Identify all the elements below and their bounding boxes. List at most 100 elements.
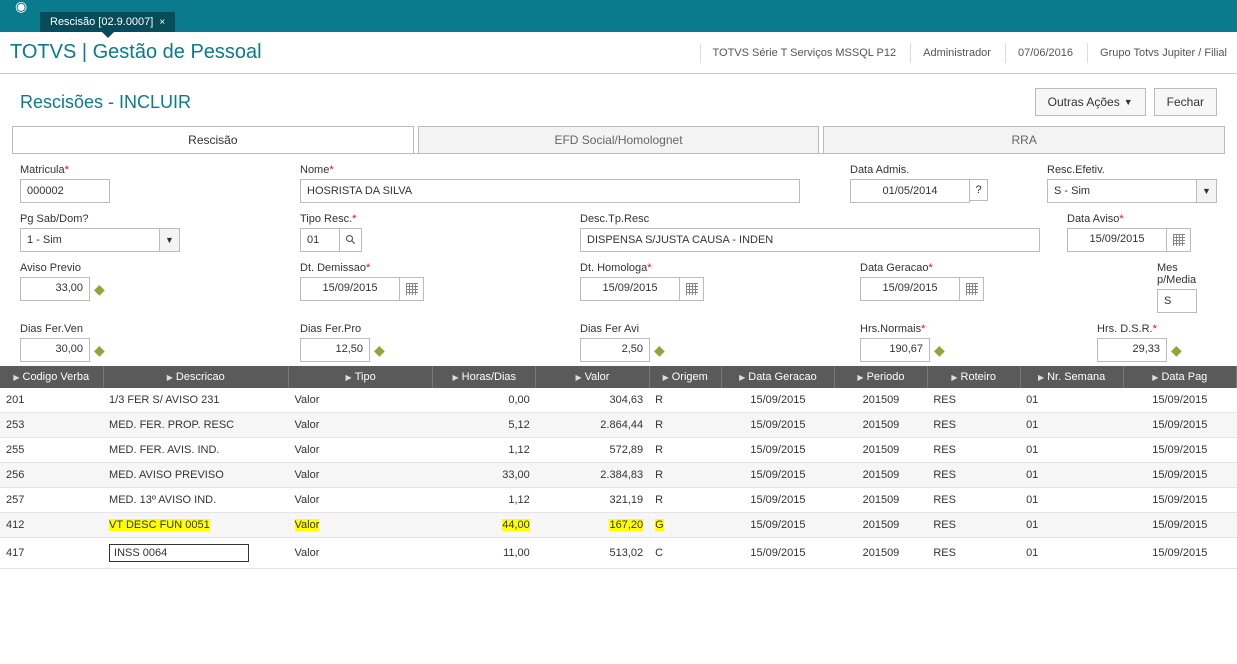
data-geracao-field[interactable]: 15/09/2015 xyxy=(860,277,960,301)
cell-descricao: INSS 0064 xyxy=(103,538,288,569)
date-info: 07/06/2016 xyxy=(1005,43,1073,63)
dt-demissao-field[interactable]: 15/09/2015 xyxy=(300,277,400,301)
col-valor[interactable]: ▶Valor xyxy=(536,366,649,388)
cell-nr-semana: 01 xyxy=(1020,488,1123,513)
table-row[interactable]: 412 VT DESC FUN 0051 Valor 44,00 167,20 … xyxy=(0,513,1237,538)
pg-sab-field[interactable]: 1 - Sim xyxy=(20,228,160,252)
dt-homologa-field[interactable]: 15/09/2015 xyxy=(580,277,680,301)
user-info: Administrador xyxy=(910,43,991,63)
cell-tipo: Valor xyxy=(289,463,433,488)
cell-codigo: 257 xyxy=(0,488,103,513)
dt-homologa-calendar-button[interactable] xyxy=(680,277,704,301)
back-icon[interactable]: ◉ xyxy=(15,0,27,15)
pg-sab-dropdown-icon[interactable]: ▼ xyxy=(160,228,180,252)
pg-sab-label: Pg Sab/Dom? xyxy=(20,213,180,225)
col-tipo[interactable]: ▶Tipo xyxy=(289,366,433,388)
other-actions-button[interactable]: Outras Ações ▼ xyxy=(1035,88,1146,116)
table-row[interactable]: 253 MED. FER. PROP. RESC Valor 5,12 2.86… xyxy=(0,413,1237,438)
spinner-icon[interactable]: ◆ xyxy=(374,342,385,359)
col-horas-dias[interactable]: ▶Horas/Dias xyxy=(433,366,536,388)
aviso-previo-label: Aviso Previo xyxy=(20,262,140,274)
close-button[interactable]: Fechar xyxy=(1154,88,1217,116)
cell-data-pag: 15/09/2015 xyxy=(1123,538,1236,569)
window-tab[interactable]: Rescisão [02.9.0007] × xyxy=(40,12,175,32)
tab-efd[interactable]: EFD Social/Homolognet xyxy=(418,126,820,153)
col-codigo-verba[interactable]: ▶Codigo Verba xyxy=(0,366,103,388)
desc-tp-label: Desc.Tp.Resc xyxy=(580,213,1040,225)
aviso-previo-field[interactable]: 33,00 xyxy=(20,277,90,301)
cell-descricao: MED. AVISO PREVISO xyxy=(103,463,288,488)
data-geracao-calendar-button[interactable] xyxy=(960,277,984,301)
sort-icon: ▶ xyxy=(575,373,581,382)
mes-media-label: Mes p/Media xyxy=(1157,262,1217,286)
cell-data-geracao: 15/09/2015 xyxy=(721,438,834,463)
table-row[interactable]: 201 1/3 FER S/ AVISO 231 Valor 0,00 304,… xyxy=(0,388,1237,413)
cell-periodo: 201509 xyxy=(835,463,928,488)
matricula-field[interactable]: 000002 xyxy=(20,179,110,203)
calendar-icon xyxy=(686,283,698,295)
cell-nr-semana: 01 xyxy=(1020,413,1123,438)
col-roteiro[interactable]: ▶Roteiro xyxy=(927,366,1020,388)
close-icon[interactable]: × xyxy=(159,17,165,28)
table-row[interactable]: 255 MED. FER. AVIS. IND. Valor 1,12 572,… xyxy=(0,438,1237,463)
col-nr-semana[interactable]: ▶Nr. Semana xyxy=(1020,366,1123,388)
table-row[interactable]: 257 MED. 13º AVISO IND. Valor 1,12 321,1… xyxy=(0,488,1237,513)
table-row[interactable]: 417 INSS 0064 Valor 11,00 513,02 C 15/09… xyxy=(0,538,1237,569)
sort-icon: ▶ xyxy=(167,373,173,382)
data-admis-help-button[interactable]: ? xyxy=(970,179,988,201)
cell-codigo: 412 xyxy=(0,513,103,538)
cell-horas-dias: 33,00 xyxy=(433,463,536,488)
company-info: Grupo Totvs Jupiter / Filial xyxy=(1087,43,1227,63)
cell-data-pag: 15/09/2015 xyxy=(1123,413,1236,438)
col-periodo[interactable]: ▶Periodo xyxy=(835,366,928,388)
cell-tipo: Valor xyxy=(289,388,433,413)
dt-demissao-calendar-button[interactable] xyxy=(400,277,424,301)
spinner-icon[interactable]: ◆ xyxy=(934,342,945,359)
spinner-icon[interactable]: ◆ xyxy=(94,281,105,298)
cell-nr-semana: 01 xyxy=(1020,463,1123,488)
cell-data-geracao: 15/09/2015 xyxy=(721,388,834,413)
tipo-resc-field[interactable]: 01 xyxy=(300,228,340,252)
col-data-geracao[interactable]: ▶Data Geracao xyxy=(721,366,834,388)
spinner-icon[interactable]: ◆ xyxy=(94,342,105,359)
data-aviso-label: Data Aviso* xyxy=(1067,213,1217,225)
sort-icon: ▶ xyxy=(1038,373,1044,382)
cell-descricao: VT DESC FUN 0051 xyxy=(103,513,288,538)
data-admis-field[interactable]: 01/05/2014 xyxy=(850,179,970,203)
table-row[interactable]: 256 MED. AVISO PREVISO Valor 33,00 2.384… xyxy=(0,463,1237,488)
data-aviso-field[interactable]: 15/09/2015 xyxy=(1067,228,1167,252)
col-origem[interactable]: ▶Origem xyxy=(649,366,721,388)
cell-valor: 304,63 xyxy=(536,388,649,413)
hrs-dsr-field[interactable]: 29,33 xyxy=(1097,338,1167,362)
col-data-pag[interactable]: ▶Data Pag xyxy=(1123,366,1236,388)
hrs-dsr-label: Hrs. D.S.R.* xyxy=(1097,323,1217,335)
nome-field[interactable]: HOSRISTA DA SILVA xyxy=(300,179,800,203)
hrs-normais-field[interactable]: 190,67 xyxy=(860,338,930,362)
spinner-icon[interactable]: ◆ xyxy=(654,342,665,359)
tab-rescisao[interactable]: Rescisão xyxy=(12,126,414,153)
dias-fer-ven-field[interactable]: 30,00 xyxy=(20,338,90,362)
verbas-table: ▶Codigo Verba ▶Descricao ▶Tipo ▶Horas/Di… xyxy=(0,366,1237,569)
spinner-icon[interactable]: ◆ xyxy=(1171,342,1182,359)
cell-periodo: 201509 xyxy=(835,538,928,569)
mes-media-field[interactable]: S xyxy=(1157,289,1197,313)
cell-roteiro: RES xyxy=(927,513,1020,538)
calendar-icon xyxy=(1173,234,1185,246)
cell-valor: 2.864,44 xyxy=(536,413,649,438)
data-aviso-calendar-button[interactable] xyxy=(1167,228,1191,252)
cell-descricao: MED. FER. AVIS. IND. xyxy=(103,438,288,463)
resc-efetiv-dropdown-icon[interactable]: ▼ xyxy=(1197,179,1217,203)
dias-fer-avi-field[interactable]: 2,50 xyxy=(580,338,650,362)
col-descricao[interactable]: ▶Descricao xyxy=(103,366,288,388)
tipo-resc-lookup-button[interactable] xyxy=(340,228,362,252)
cell-origem: R xyxy=(649,388,721,413)
cell-codigo: 255 xyxy=(0,438,103,463)
cell-horas-dias: 5,12 xyxy=(433,413,536,438)
resc-efetiv-field[interactable]: S - Sim xyxy=(1047,179,1197,203)
cell-data-geracao: 15/09/2015 xyxy=(721,488,834,513)
dias-fer-pro-field[interactable]: 12,50 xyxy=(300,338,370,362)
cell-tipo: Valor xyxy=(289,438,433,463)
tab-rra[interactable]: RRA xyxy=(823,126,1225,153)
product-info: TOTVS Série T Serviços MSSQL P12 xyxy=(700,43,897,63)
data-geracao-label: Data Geracao* xyxy=(860,262,1020,274)
